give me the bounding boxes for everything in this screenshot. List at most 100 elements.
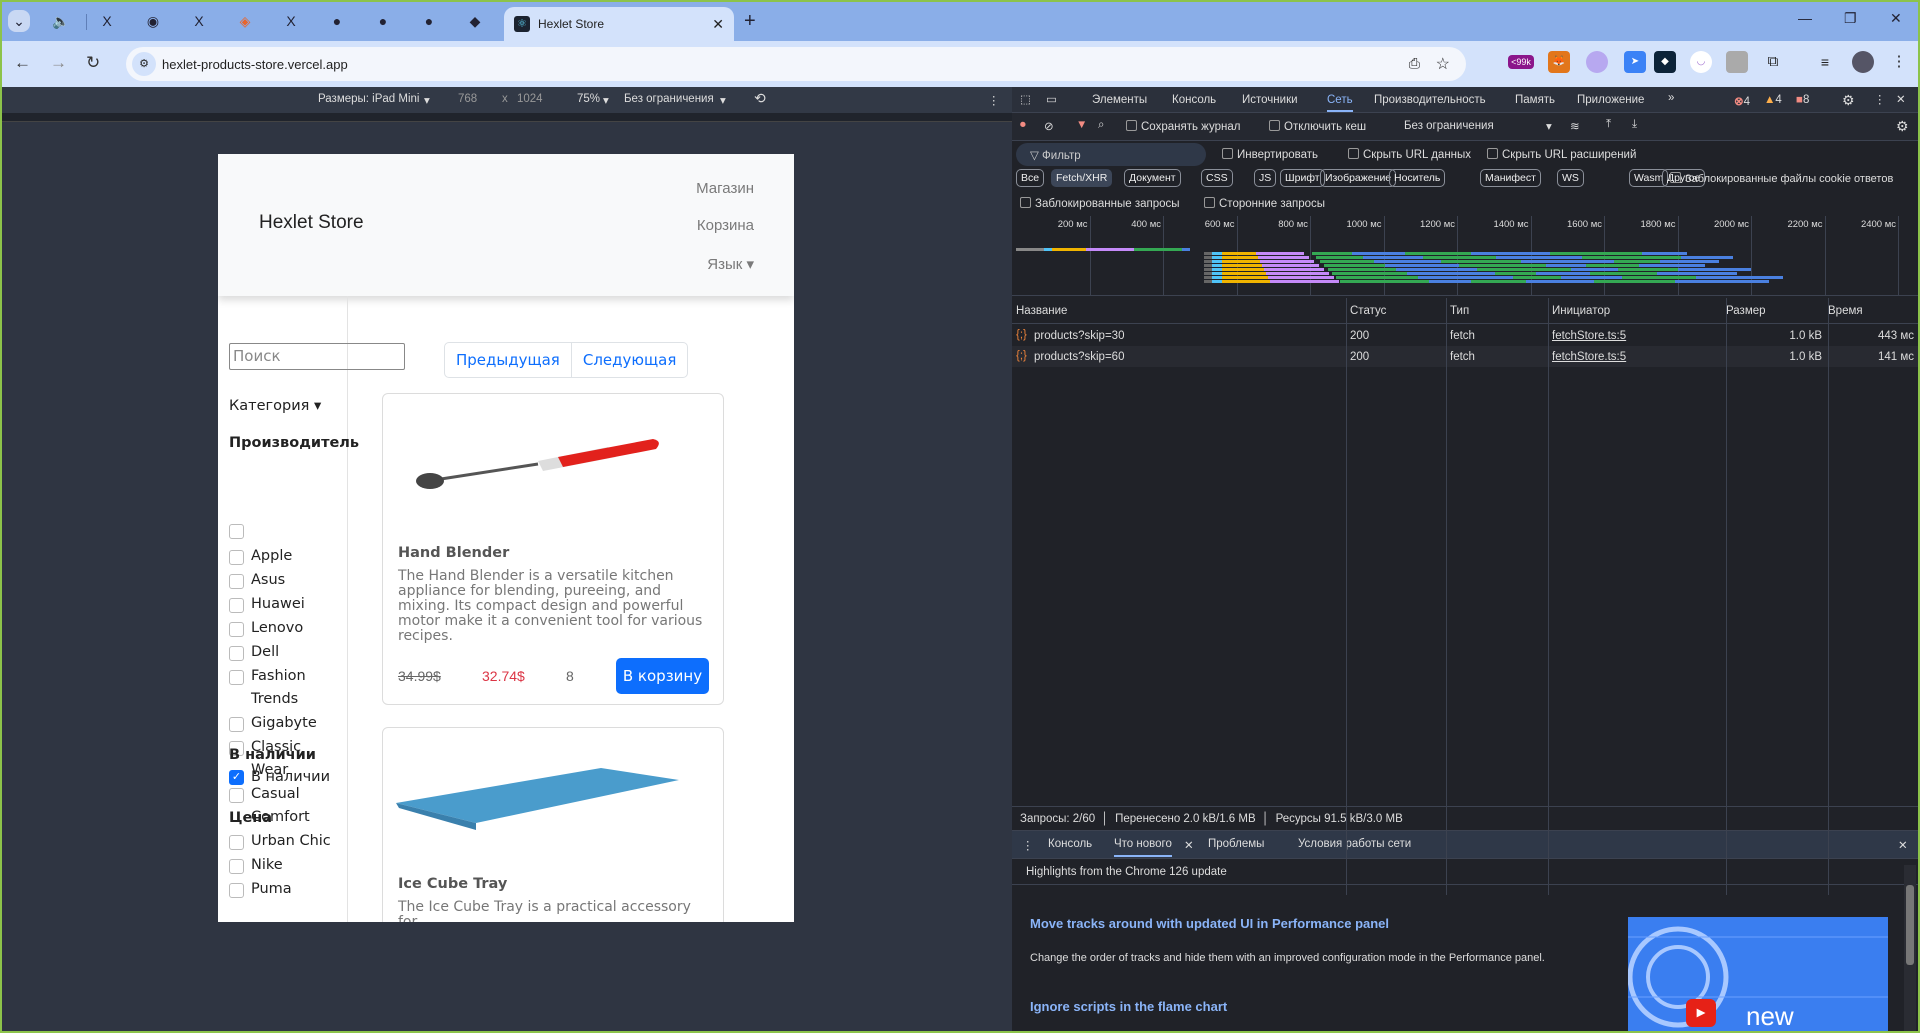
hide-data-urls-checkbox[interactable]: Скрыть URL данных bbox=[1348, 148, 1471, 161]
speaker-icon[interactable]: 🔈 bbox=[50, 10, 72, 32]
more-icon[interactable]: ⋮ bbox=[1874, 92, 1886, 106]
search-input[interactable]: Поиск bbox=[229, 343, 405, 370]
cell-initiator[interactable]: fetchStore.ts:5 bbox=[1552, 330, 1626, 342]
type-filter-6[interactable]: Изображение bbox=[1320, 169, 1397, 187]
blocked-requests-checkbox[interactable]: Заблокированные запросы bbox=[1020, 197, 1180, 210]
more-options-icon[interactable]: ⋮ bbox=[988, 93, 1000, 107]
tab-memory[interactable]: Память bbox=[1515, 94, 1555, 106]
tab-sources[interactable]: Источники bbox=[1242, 94, 1298, 106]
more-tabs-icon[interactable]: » bbox=[1668, 92, 1674, 104]
close-tab-icon[interactable]: ✕ bbox=[712, 16, 724, 33]
disable-cache-checkbox[interactable]: Отключить кеш bbox=[1269, 120, 1366, 133]
menu-icon[interactable]: ⋮ bbox=[1888, 51, 1910, 73]
cell-initiator[interactable]: fetchStore.ts:5 bbox=[1552, 351, 1626, 363]
github-icon[interactable]: ● bbox=[418, 10, 440, 32]
type-filter-4[interactable]: JS bbox=[1254, 169, 1277, 187]
maker-checkbox[interactable] bbox=[229, 622, 244, 637]
dimensions-select[interactable]: Размеры: iPad Mini bbox=[318, 93, 419, 105]
maker-checkbox[interactable] bbox=[229, 598, 244, 613]
warning-count[interactable]: ▲4 bbox=[1764, 94, 1782, 106]
maker-checkbox[interactable] bbox=[229, 717, 244, 732]
bookmark-star-icon[interactable]: ☆ bbox=[1436, 54, 1450, 74]
column-header[interactable]: Время bbox=[1828, 305, 1863, 317]
tab-performance[interactable]: Производительность bbox=[1374, 94, 1486, 106]
zoom-select[interactable]: 75% bbox=[577, 93, 600, 105]
type-filter-2[interactable]: Документ bbox=[1124, 169, 1181, 187]
drawer-tab-whats-new[interactable]: Что нового bbox=[1114, 838, 1172, 857]
issues-count[interactable]: ■8 bbox=[1796, 94, 1809, 106]
tab-network[interactable]: Сеть bbox=[1327, 94, 1353, 112]
rotate-icon[interactable]: ⟲ bbox=[754, 90, 766, 107]
tab-search-chevron-icon[interactable]: ⌄ bbox=[8, 10, 30, 32]
maker-checkbox[interactable] bbox=[229, 835, 244, 850]
throttle-select[interactable]: Без ограничения bbox=[624, 93, 714, 105]
extension-icon[interactable]: ◡ bbox=[1690, 51, 1712, 73]
maker-checkbox[interactable] bbox=[229, 859, 244, 874]
preserve-log-checkbox[interactable]: Сохранять журнал bbox=[1126, 120, 1240, 133]
close-window-button[interactable]: ✕ bbox=[1890, 10, 1902, 27]
restore-button[interactable]: ❐ bbox=[1844, 10, 1857, 27]
tab-hexlet-store[interactable]: ⚛ Hexlet Store ✕ bbox=[504, 7, 734, 41]
minimize-button[interactable]: — bbox=[1798, 10, 1812, 26]
maker-checkbox[interactable] bbox=[229, 788, 244, 803]
type-filter-5[interactable]: Шрифт bbox=[1280, 169, 1325, 187]
type-filter-1[interactable]: Fetch/XHR bbox=[1051, 169, 1113, 187]
app-icon[interactable]: ◆ bbox=[464, 10, 486, 32]
column-header[interactable]: Название bbox=[1016, 305, 1067, 317]
upload-icon[interactable]: ⤒ bbox=[1606, 118, 1611, 131]
tab-application[interactable]: Приложение bbox=[1577, 94, 1644, 106]
forward-button[interactable]: → bbox=[50, 53, 67, 73]
maker-checkbox[interactable] bbox=[229, 670, 244, 685]
record-stop-icon[interactable]: ⏺ bbox=[1020, 119, 1026, 132]
download-icon[interactable]: ⤓ bbox=[1632, 118, 1637, 131]
request-row[interactable]: {;} products?skip=60 200 fetch fetchStore.ts… bbox=[1012, 346, 1918, 367]
avatar[interactable] bbox=[1852, 51, 1874, 73]
third-party-checkbox[interactable]: Сторонние запросы bbox=[1204, 197, 1325, 210]
type-filter-8[interactable]: Манифест bbox=[1480, 169, 1541, 187]
maker-checkbox[interactable] bbox=[229, 550, 244, 565]
maker-checkbox[interactable] bbox=[229, 574, 244, 589]
maker-checkbox[interactable] bbox=[229, 646, 244, 661]
network-conditions-icon[interactable]: ≋ bbox=[1570, 119, 1580, 133]
nav-shop[interactable]: Магазин bbox=[696, 180, 754, 197]
width-input[interactable]: 768 bbox=[458, 93, 477, 105]
network-settings-icon[interactable]: ⚙ bbox=[1896, 118, 1909, 135]
product-title[interactable]: Hand Blender bbox=[398, 545, 509, 561]
close-drawer-icon[interactable]: ✕ bbox=[1898, 838, 1908, 852]
extension-icon[interactable] bbox=[1726, 51, 1748, 73]
install-icon[interactable]: ⎙ bbox=[1409, 55, 1420, 72]
ghost-extension-icon[interactable] bbox=[1586, 51, 1608, 73]
height-input[interactable]: 1024 bbox=[517, 93, 543, 105]
column-header[interactable]: Тип bbox=[1450, 305, 1469, 317]
video-thumbnail[interactable]: ▶ new bbox=[1628, 917, 1888, 1031]
invert-checkbox[interactable]: Инвертировать bbox=[1222, 148, 1318, 161]
media-icon[interactable]: ≡ bbox=[1814, 51, 1836, 73]
tab-console[interactable]: Консоль bbox=[1172, 94, 1216, 106]
feature-heading[interactable]: Move tracks around with updated UI in Pe… bbox=[1030, 916, 1389, 931]
settings-gear-icon[interactable]: ⚙ bbox=[1842, 92, 1855, 109]
close-tab-icon[interactable]: ✕ bbox=[1184, 838, 1194, 852]
column-header[interactable]: Размер bbox=[1726, 305, 1766, 317]
nav-language[interactable]: Язык ▾ bbox=[707, 255, 754, 273]
nav-cart[interactable]: Корзина bbox=[697, 217, 754, 234]
x-icon[interactable]: X bbox=[280, 10, 302, 32]
send-extension-icon[interactable]: ➤ bbox=[1624, 51, 1646, 73]
next-page-button[interactable]: Следующая bbox=[570, 343, 688, 377]
reload-button[interactable]: ↻ bbox=[86, 53, 100, 73]
close-devtools-icon[interactable]: ✕ bbox=[1896, 92, 1906, 106]
maker-checkbox[interactable] bbox=[229, 883, 244, 898]
type-filter-9[interactable]: WS bbox=[1557, 169, 1584, 187]
drawer-tab-console[interactable]: Консоль bbox=[1048, 838, 1092, 850]
device-toggle-icon[interactable]: ▭ bbox=[1046, 92, 1057, 106]
type-filter-3[interactable]: CSS bbox=[1201, 169, 1233, 187]
error-count[interactable]: ⊗4 bbox=[1734, 94, 1750, 108]
category-dropdown[interactable]: Категория ▾ bbox=[229, 398, 321, 414]
brand[interactable]: Hexlet Store bbox=[259, 212, 364, 234]
extension-icon[interactable]: ◆ bbox=[1654, 51, 1676, 73]
blocked-cookies-checkbox[interactable]: Заблокированные файлы cookie ответов bbox=[1670, 172, 1893, 185]
network-overview-timeline[interactable]: 200 мс 400 мс 600 мс 800 мс 1000 мс 1200 мс 14… bbox=[1012, 216, 1918, 296]
omnibox[interactable]: ⚙ hexlet-products-store.vercel.app ⎙ ☆ bbox=[126, 47, 1466, 81]
x-icon[interactable]: X bbox=[188, 10, 210, 32]
filter-input[interactable]: ▽ Фильтр bbox=[1016, 143, 1206, 166]
request-row[interactable]: {;} products?skip=30 200 fetch fetchStore.ts… bbox=[1012, 325, 1918, 346]
